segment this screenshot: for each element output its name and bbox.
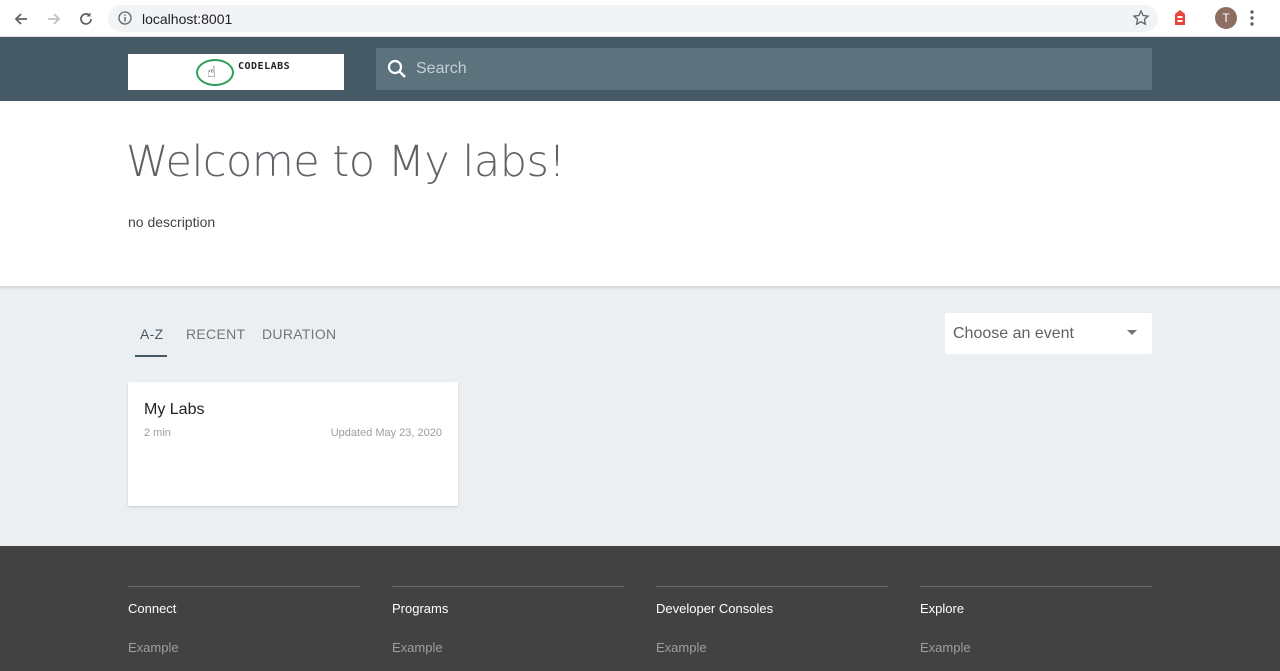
event-select[interactable]: Choose an event — [945, 313, 1152, 354]
event-select-value: Choose an event — [953, 325, 1074, 342]
pointer-hand-icon: ☝ — [207, 64, 217, 81]
footer-heading: Connect — [128, 601, 177, 616]
search-input[interactable] — [416, 48, 1136, 90]
dropdown-arrow-icon — [1127, 330, 1137, 335]
address-bar[interactable]: localhost:8001 — [108, 5, 1158, 32]
footer-column-connect: Connect Example — [128, 586, 360, 655]
footer-link[interactable]: Example — [392, 640, 624, 655]
footer-heading: Explore — [920, 601, 965, 616]
card-title: My Labs — [144, 401, 205, 418]
active-tab-indicator — [135, 355, 167, 357]
footer-link[interactable]: Example — [656, 640, 888, 655]
search-bar[interactable] — [376, 48, 1152, 90]
footer-heading: Developer Consoles — [656, 601, 774, 616]
reload-icon[interactable] — [73, 6, 99, 32]
codelabs-logo[interactable]: ☝ CODELABS — [128, 54, 344, 90]
footer-column-explore: Explore Example — [920, 586, 1152, 655]
welcome-section: Welcome to My labs! no description — [0, 101, 1280, 286]
bookmark-star-icon[interactable] — [1132, 9, 1150, 32]
footer-link[interactable]: Example — [128, 640, 360, 655]
tab-recent[interactable]: RECENT — [186, 326, 245, 342]
logo-wordmark: CODELABS — [238, 61, 291, 72]
browser-toolbar: localhost:8001 T — [0, 0, 1280, 37]
footer-link[interactable]: Example — [920, 640, 1152, 655]
footer-heading: Programs — [392, 601, 449, 616]
browser-menu-icon[interactable] — [1250, 9, 1254, 32]
profile-avatar[interactable]: T — [1215, 7, 1237, 29]
card-duration: 2 min — [144, 427, 171, 439]
footer: Connect Example Programs Example Develop… — [0, 546, 1280, 671]
card-updated: Updated May 23, 2020 — [330, 427, 442, 439]
forward-icon[interactable] — [41, 6, 67, 32]
url-text[interactable]: localhost:8001 — [142, 11, 232, 27]
back-icon[interactable] — [8, 6, 34, 32]
footer-divider — [920, 586, 1152, 587]
footer-divider — [656, 586, 888, 587]
page-title: Welcome to My labs! — [126, 137, 566, 187]
footer-divider — [128, 586, 360, 587]
footer-column-programs: Programs Example — [392, 586, 624, 655]
app-header: ☝ CODELABS — [0, 37, 1280, 101]
codelab-card[interactable]: My Labs 2 min Updated May 23, 2020 — [128, 382, 458, 506]
page-description: no description — [128, 214, 216, 230]
search-icon — [386, 58, 408, 85]
info-icon[interactable] — [118, 11, 132, 30]
tab-a-z[interactable]: A-Z — [140, 326, 163, 342]
footer-column-developer-consoles: Developer Consoles Example — [656, 586, 888, 655]
extension-icon[interactable] — [1172, 9, 1188, 32]
tab-duration[interactable]: DURATION — [262, 326, 336, 342]
footer-divider — [392, 586, 624, 587]
